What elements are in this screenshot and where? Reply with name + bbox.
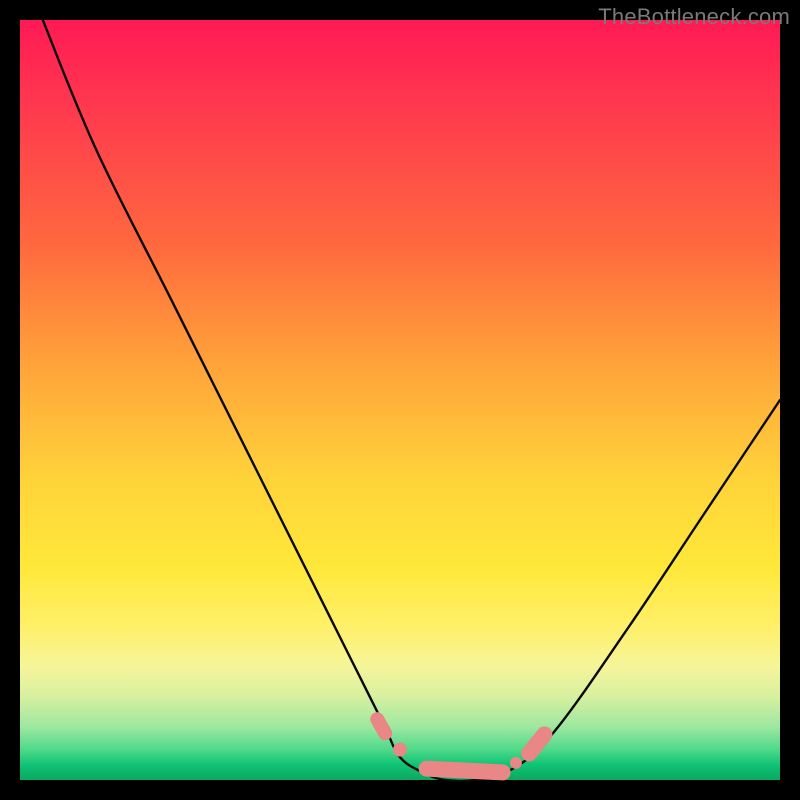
bottleneck-curve-path xyxy=(43,20,780,781)
curve-marker xyxy=(393,743,407,757)
curve-marker-capsule xyxy=(521,726,552,761)
curve-marker-capsule xyxy=(370,712,392,740)
curve-layer xyxy=(20,20,780,780)
curve-marker xyxy=(510,757,522,769)
chart-frame: TheBottleneck.com xyxy=(0,0,800,800)
curve-markers xyxy=(370,712,552,780)
